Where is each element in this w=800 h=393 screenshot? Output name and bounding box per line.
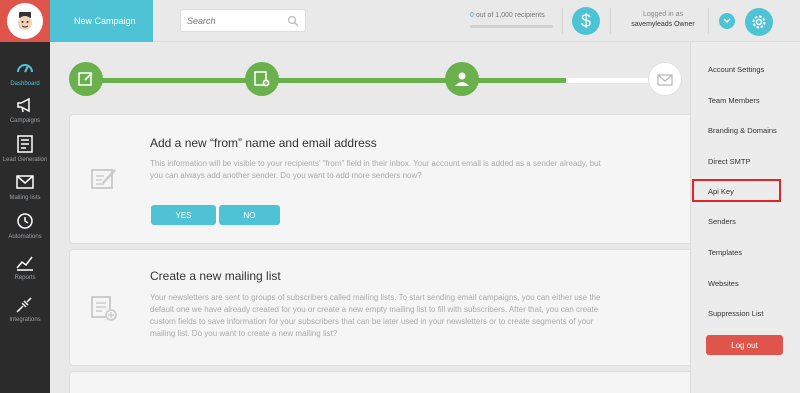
recipients-counter: 0 out of 1,000 recipients <box>470 12 545 19</box>
edit-card-icon <box>78 72 93 86</box>
plug-icon <box>16 297 32 313</box>
user-name: savemyleads Owner <box>631 21 695 28</box>
chart-icon <box>16 256 33 271</box>
settings-button[interactable] <box>745 8 773 36</box>
menu-item-branding-domains[interactable]: Branding & Domains <box>708 126 777 135</box>
gear-icon <box>752 15 766 29</box>
envelope-icon <box>16 175 34 189</box>
sidebar: Dashboard Campaigns Lead Generation Mail… <box>0 0 50 393</box>
account-menu-toggle[interactable] <box>719 13 735 29</box>
menu-item-team-members[interactable]: Team Members <box>708 96 760 105</box>
sidebar-item-integrations[interactable]: Integrations <box>0 282 50 334</box>
logged-in-label: Logged in as <box>642 11 684 18</box>
search-box <box>180 9 306 32</box>
card-description: Your newsletters are sent to groups of s… <box>150 293 601 338</box>
divider <box>708 8 709 34</box>
recipients-progress-bar <box>470 25 553 28</box>
menu-item-account-settings[interactable]: Account Settings <box>708 65 764 74</box>
recipients-text: out of 1,000 recipients <box>473 12 545 19</box>
logout-button[interactable]: Log out <box>706 335 783 355</box>
onboarding-progress-line <box>86 78 676 83</box>
step-subscribers[interactable] <box>445 62 479 96</box>
user-info: Logged in as savemyleads Owner <box>618 11 708 28</box>
mascot-icon <box>18 12 32 30</box>
user-add-icon <box>455 72 469 86</box>
billing-button[interactable]: $ <box>572 7 600 35</box>
list-add-icon <box>254 71 270 87</box>
step-campaign[interactable] <box>648 62 682 96</box>
step-mailing-list[interactable] <box>245 62 279 96</box>
chevron-down-icon <box>723 18 731 24</box>
sidebar-item-label: Reports <box>14 275 36 281</box>
search-icon[interactable] <box>287 15 299 27</box>
card-create-list: Create a new mailing list Your newslette… <box>69 249 780 366</box>
sidebar-item-label: Integrations <box>9 317 41 323</box>
menu-item-templates[interactable]: Templates <box>708 248 742 257</box>
menu-item-senders[interactable]: Senders <box>708 217 736 226</box>
menu-item-websites[interactable]: Websites <box>708 279 739 288</box>
divider <box>562 8 563 34</box>
step-sender[interactable] <box>69 62 103 96</box>
card-next-step <box>69 371 780 393</box>
envelope-icon <box>657 74 673 86</box>
form-icon <box>17 135 33 153</box>
list-add-icon <box>91 296 117 321</box>
app-logo[interactable] <box>0 0 50 42</box>
menu-item-direct-smtp[interactable]: Direct SMTP <box>708 157 751 166</box>
search-input[interactable] <box>187 15 283 26</box>
yes-button[interactable]: YES <box>151 205 216 225</box>
edit-card-icon <box>91 169 116 189</box>
card-title: Add a new “from” name and email address <box>150 136 377 150</box>
no-button[interactable]: NO <box>219 205 280 225</box>
new-campaign-button[interactable]: New Campaign <box>50 0 153 42</box>
megaphone-icon <box>17 97 30 113</box>
card-add-sender: Add a new “from” name and email address … <box>69 114 780 244</box>
card-title: Create a new mailing list <box>150 269 281 283</box>
divider <box>610 8 611 34</box>
clock-icon <box>17 213 33 229</box>
card-description: This information will be visible to your… <box>150 159 601 180</box>
api-key-highlight <box>692 179 781 202</box>
menu-item-suppression-list[interactable]: Suppression List <box>708 309 763 318</box>
gauge-icon <box>17 64 33 73</box>
